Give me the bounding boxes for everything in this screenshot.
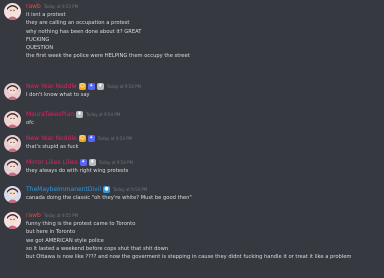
anime-avatar-icon[interactable] <box>4 212 21 229</box>
anime-avatar-icon[interactable] <box>4 159 21 176</box>
message-text: ofc <box>26 120 34 126</box>
username[interactable]: Mirror Likes Lilies <box>26 159 78 166</box>
sparkle-badge-icon: ✦ <box>79 159 87 166</box>
timestamp: Today at 9:54 PM <box>98 160 133 165</box>
cat-badge-icon: ♦ <box>88 159 96 166</box>
message-group: rawb Today at 9:53 PM it isnt a protest the… <box>0 2 384 61</box>
anime-avatar-icon[interactable] <box>4 135 21 152</box>
sparkle-badge-icon: ✦ <box>87 83 95 90</box>
message-group: rawb Today at 9:55 PM funny thing is the p… <box>0 211 384 261</box>
timestamp: Today at 9:54 PM <box>86 112 121 117</box>
message-text: they are calling an occupation a protest <box>26 20 130 27</box>
message-text: but Ottawa is now like ???? and now the … <box>26 254 352 261</box>
message-text: funny thing is the protest came to Toron… <box>26 221 136 227</box>
message-header: rawb Today at 9:55 PM <box>26 211 384 220</box>
blue-badge-icon: ● <box>103 186 111 193</box>
cat-badge-icon: ♦ <box>96 83 104 90</box>
sparkle-badge-icon: ✦ <box>87 135 95 142</box>
message-text: we got AMERICAN style police <box>26 237 104 244</box>
message-text: I don't know what to say <box>26 92 90 98</box>
username[interactable]: rawb <box>26 212 41 219</box>
username[interactable]: New Year Noddle <box>26 83 77 90</box>
anime-avatar-icon[interactable] <box>4 111 21 128</box>
emoji-badge-icon: ☺ <box>78 83 86 90</box>
message-group: MauraTakesPlan ♦ Today at 9:54 PM ofc <box>0 110 384 128</box>
message-text: that's stupid as fuck <box>26 144 79 150</box>
message-header: New Year Noddle ☺ ✦ Today at 9:54 PM <box>26 134 384 143</box>
message-header: MauraTakesPlan ♦ Today at 9:54 PM <box>26 110 384 119</box>
message-group: New Year Noddle ☺ ✦ ♦ Today at 9:54 PM I don'… <box>0 82 384 100</box>
message-text: why nothing has been done about it? GREA… <box>26 28 142 35</box>
message-text: they always do with right wing protests <box>26 168 129 174</box>
timestamp: Today at 9:54 PM <box>97 136 132 141</box>
message-header: Mirror Likes Lilies ✦ ♦ Today at 9:54 PM <box>26 158 384 167</box>
timestamp: Today at 9:54 PM <box>106 84 141 89</box>
message-text: so it lasted a weekend before cops shut … <box>26 245 169 252</box>
username[interactable]: rawb <box>26 3 41 10</box>
message-text: it isnt a protest <box>26 12 66 18</box>
anime-avatar-icon[interactable] <box>4 3 21 20</box>
message-header: New Year Noddle ☺ ✦ ♦ Today at 9:54 PM <box>26 82 384 91</box>
anime-avatar-icon[interactable] <box>4 186 21 203</box>
message-group: New Year Noddle ☺ ✦ Today at 9:54 PM that's … <box>0 134 384 152</box>
chat-messages: rawb Today at 9:53 PM it isnt a protest the… <box>0 0 384 278</box>
message-text: but here in Toronto <box>26 229 76 236</box>
emoji-badge-icon: ☺ <box>78 135 86 142</box>
message-group: Mirror Likes Lilies ✦ ♦ Today at 9:54 PM the… <box>0 158 384 176</box>
message-text: FUCKING <box>26 36 50 43</box>
message-text: canada doing the classic "oh they're whi… <box>26 195 192 201</box>
username[interactable]: New Year Noddle <box>26 135 77 142</box>
timestamp: Today at 9:53 PM <box>43 4 79 9</box>
username[interactable]: MauraTakesPlan <box>26 111 74 118</box>
message-group: TheMaybeImmanentDivil ● Today at 9:54 PM ca… <box>0 185 384 203</box>
username[interactable]: TheMaybeImmanentDivil <box>26 186 101 193</box>
cat-badge-icon: ♦ <box>76 111 83 118</box>
timestamp: Today at 9:54 PM <box>113 187 148 192</box>
message-header: TheMaybeImmanentDivil ● Today at 9:54 PM <box>26 185 384 194</box>
timestamp: Today at 9:55 PM <box>43 213 79 218</box>
message-text: the first week the police were HELPING t… <box>26 53 190 60</box>
message-text: QUESTION <box>26 45 54 52</box>
message-header: rawb Today at 9:53 PM <box>26 2 384 11</box>
anime-avatar-icon[interactable] <box>4 83 21 100</box>
